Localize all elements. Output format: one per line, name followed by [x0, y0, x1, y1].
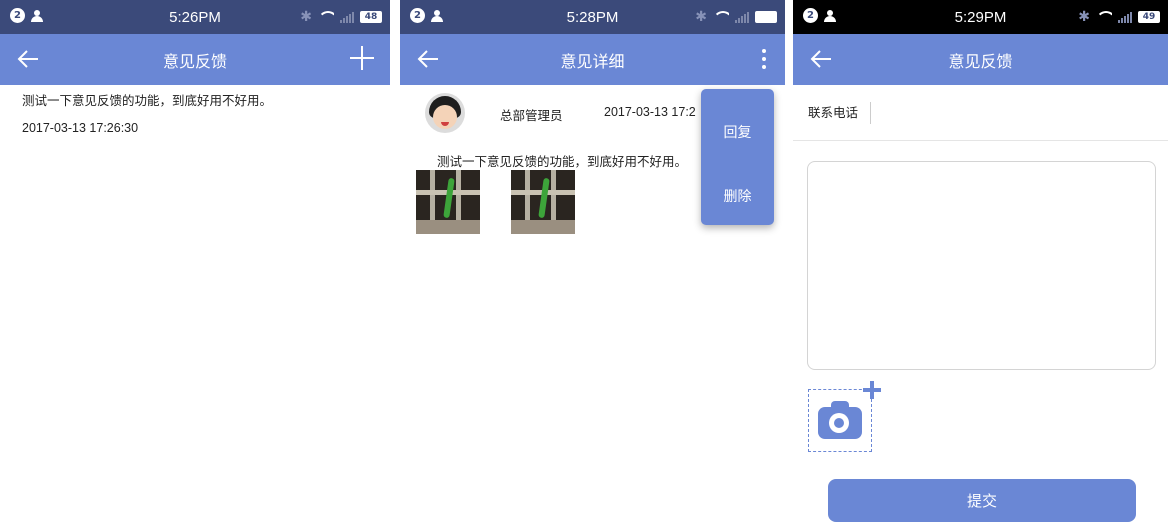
wifi-icon — [713, 11, 729, 23]
delete-menu-item[interactable]: 删除 — [701, 186, 774, 206]
back-arrow-icon[interactable] — [809, 48, 833, 70]
title-bar: 意见反馈 — [793, 34, 1168, 85]
feedback-text: 测试一下意见反馈的功能，到底好用不好用。 — [22, 93, 273, 108]
feedback-content-input[interactable] — [807, 161, 1156, 370]
wifi-icon — [318, 11, 334, 23]
author-name: 总部管理员 — [500, 108, 563, 123]
feedback-text: 测试一下意见反馈的功能，到底好用不好用。 — [437, 154, 688, 169]
title-bar: 意见详细 — [400, 34, 785, 85]
signal-icon — [340, 11, 354, 23]
options-menu: 回复 删除 — [701, 89, 774, 225]
signal-icon — [735, 11, 749, 23]
status-bar: 2 5:29PM ✱ 49 — [793, 0, 1168, 34]
attachment-image[interactable] — [511, 170, 575, 234]
bluetooth-icon: ✱ — [695, 9, 707, 25]
bluetooth-icon: ✱ — [1078, 9, 1090, 25]
avatar — [425, 93, 465, 133]
title-bar: 意见反馈 — [0, 34, 390, 85]
screen-feedback-list: 2 5:26PM ✱ 48 意见反馈 测试一下意见反馈的功能，到底好用不好用。 … — [0, 0, 390, 522]
page-title: 意见详细 — [560, 51, 625, 71]
contact-phone-input[interactable] — [871, 101, 1168, 124]
page-title: 意见反馈 — [162, 51, 227, 71]
reply-menu-item[interactable]: 回复 — [701, 122, 774, 142]
feedback-date: 2017-03-13 17:2 — [604, 105, 696, 119]
more-options-button[interactable] — [761, 49, 767, 69]
contact-phone-label: 联系电话 — [808, 101, 872, 124]
status-bar: 2 5:28PM ✱ — [400, 0, 785, 34]
battery-icon: 48 — [360, 11, 382, 23]
page-title: 意见反馈 — [948, 51, 1013, 71]
plus-icon[interactable] — [863, 381, 881, 399]
bluetooth-icon: ✱ — [300, 9, 312, 25]
list-item[interactable]: 测试一下意见反馈的功能，到底好用不好用。 2017-03-13 17:26:30 — [0, 85, 390, 143]
feedback-date: 2017-03-13 17:26:30 — [22, 121, 139, 135]
attachment-image[interactable] — [416, 170, 480, 234]
screen-feedback-form: 2 5:29PM ✱ 49 意见反馈 联系电话 提交 — [793, 0, 1168, 522]
wifi-icon — [1096, 11, 1112, 23]
contact-phone-row: 联系电话 — [793, 85, 1168, 141]
battery-icon — [755, 11, 777, 23]
screen-feedback-detail: 2 5:28PM ✱ 意见详细 总部管理员 2017-03-13 17:2 测试… — [400, 0, 785, 522]
status-bar: 2 5:26PM ✱ 48 — [0, 0, 390, 34]
submit-button[interactable]: 提交 — [828, 479, 1136, 522]
add-feedback-button[interactable] — [350, 46, 374, 70]
back-arrow-icon[interactable] — [16, 48, 40, 70]
battery-icon: 49 — [1138, 11, 1160, 23]
back-arrow-icon[interactable] — [416, 48, 440, 70]
signal-icon — [1118, 11, 1132, 23]
